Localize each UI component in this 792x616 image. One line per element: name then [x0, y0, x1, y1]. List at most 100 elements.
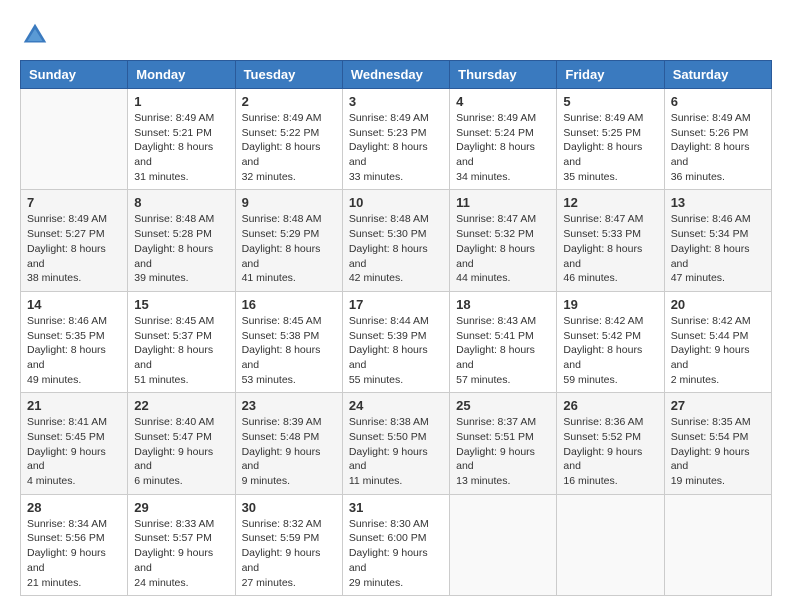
calendar-week-row: 14Sunrise: 8:46 AMSunset: 5:35 PMDayligh… — [21, 291, 772, 392]
day-number: 10 — [349, 195, 443, 210]
day-number: 16 — [242, 297, 336, 312]
calendar-cell: 28 Sunrise: 8:34 AMSunset: 5:56 PMDayligh… — [21, 494, 128, 595]
day-number: 6 — [671, 94, 765, 109]
calendar-week-row: 7 Sunrise: 8:49 AMSunset: 5:27 PMDaylight… — [21, 190, 772, 291]
calendar-cell: 12Sunrise: 8:47 AMSunset: 5:33 PMDayligh… — [557, 190, 664, 291]
calendar-cell: 1Sunrise: 8:49 AMSunset: 5:21 PMDaylight… — [128, 89, 235, 190]
day-info: Sunrise: 8:49 AMSunset: 5:23 PMDaylight:… — [349, 111, 443, 184]
day-number: 23 — [242, 398, 336, 413]
day-number: 9 — [242, 195, 336, 210]
calendar-cell: 26Sunrise: 8:36 AMSunset: 5:52 PMDayligh… — [557, 393, 664, 494]
calendar-header-wednesday: Wednesday — [342, 61, 449, 89]
calendar-week-row: 1Sunrise: 8:49 AMSunset: 5:21 PMDaylight… — [21, 89, 772, 190]
calendar-week-row: 21 Sunrise: 8:41 AMSunset: 5:45 PMDayligh… — [21, 393, 772, 494]
day-number: 7 — [27, 195, 121, 210]
day-info: Sunrise: 8:37 AMSunset: 5:51 PMDaylight:… — [456, 415, 550, 488]
calendar-cell: 22 Sunrise: 8:40 AMSunset: 5:47 PMDayligh… — [128, 393, 235, 494]
day-info: Sunrise: 8:47 AMSunset: 5:32 PMDaylight:… — [456, 212, 550, 285]
logo-icon — [20, 20, 50, 50]
day-number: 11 — [456, 195, 550, 210]
day-number: 21 — [27, 398, 121, 413]
day-info: Sunrise: 8:45 AMSunset: 5:37 PMDaylight:… — [134, 314, 228, 387]
calendar-cell: 27Sunrise: 8:35 AMSunset: 5:54 PMDayligh… — [664, 393, 771, 494]
day-number: 13 — [671, 195, 765, 210]
calendar-week-row: 28 Sunrise: 8:34 AMSunset: 5:56 PMDayligh… — [21, 494, 772, 595]
calendar-table: SundayMondayTuesdayWednesdayThursdayFrid… — [20, 60, 772, 596]
day-number: 8 — [134, 195, 228, 210]
day-info: Sunrise: 8:35 AMSunset: 5:54 PMDaylight:… — [671, 415, 765, 488]
calendar-header-tuesday: Tuesday — [235, 61, 342, 89]
calendar-cell: 6 Sunrise: 8:49 AMSunset: 5:26 PMDaylight… — [664, 89, 771, 190]
calendar-cell: 2 Sunrise: 8:49 AMSunset: 5:22 PMDaylight… — [235, 89, 342, 190]
calendar-cell: 11 Sunrise: 8:47 AMSunset: 5:32 PMDayligh… — [450, 190, 557, 291]
calendar-cell: 21 Sunrise: 8:41 AMSunset: 5:45 PMDayligh… — [21, 393, 128, 494]
day-info: Sunrise: 8:49 AMSunset: 5:27 PMDaylight:… — [27, 212, 121, 285]
calendar-cell: 24 Sunrise: 8:38 AMSunset: 5:50 PMDayligh… — [342, 393, 449, 494]
day-number: 2 — [242, 94, 336, 109]
day-info: Sunrise: 8:42 AMSunset: 5:44 PMDaylight:… — [671, 314, 765, 387]
day-number: 20 — [671, 297, 765, 312]
day-number: 30 — [242, 500, 336, 515]
day-info: Sunrise: 8:49 AMSunset: 5:24 PMDaylight:… — [456, 111, 550, 184]
calendar-cell: 13 Sunrise: 8:46 AMSunset: 5:34 PMDayligh… — [664, 190, 771, 291]
day-number: 15 — [134, 297, 228, 312]
day-number: 1 — [134, 94, 228, 109]
day-number: 3 — [349, 94, 443, 109]
calendar-cell: 23 Sunrise: 8:39 AMSunset: 5:48 PMDayligh… — [235, 393, 342, 494]
day-info: Sunrise: 8:33 AMSunset: 5:57 PMDaylight:… — [134, 517, 228, 590]
calendar-header-sunday: Sunday — [21, 61, 128, 89]
day-number: 24 — [349, 398, 443, 413]
day-info: Sunrise: 8:47 AMSunset: 5:33 PMDaylight:… — [563, 212, 657, 285]
day-info: Sunrise: 8:44 AMSunset: 5:39 PMDaylight:… — [349, 314, 443, 387]
calendar-cell — [664, 494, 771, 595]
day-info: Sunrise: 8:46 AMSunset: 5:35 PMDaylight:… — [27, 314, 121, 387]
day-info: Sunrise: 8:40 AMSunset: 5:47 PMDaylight:… — [134, 415, 228, 488]
page-header — [20, 20, 772, 50]
calendar-cell: 4 Sunrise: 8:49 AMSunset: 5:24 PMDaylight… — [450, 89, 557, 190]
calendar-cell: 10Sunrise: 8:48 AMSunset: 5:30 PMDayligh… — [342, 190, 449, 291]
day-info: Sunrise: 8:49 AMSunset: 5:25 PMDaylight:… — [563, 111, 657, 184]
calendar-cell: 25 Sunrise: 8:37 AMSunset: 5:51 PMDayligh… — [450, 393, 557, 494]
calendar-cell — [21, 89, 128, 190]
day-number: 28 — [27, 500, 121, 515]
day-number: 5 — [563, 94, 657, 109]
logo — [20, 20, 54, 50]
calendar-cell: 18Sunrise: 8:43 AMSunset: 5:41 PMDayligh… — [450, 291, 557, 392]
calendar-header-row: SundayMondayTuesdayWednesdayThursdayFrid… — [21, 61, 772, 89]
day-info: Sunrise: 8:41 AMSunset: 5:45 PMDaylight:… — [27, 415, 121, 488]
day-number: 22 — [134, 398, 228, 413]
day-info: Sunrise: 8:32 AMSunset: 5:59 PMDaylight:… — [242, 517, 336, 590]
day-info: Sunrise: 8:42 AMSunset: 5:42 PMDaylight:… — [563, 314, 657, 387]
calendar-header-saturday: Saturday — [664, 61, 771, 89]
calendar-header-friday: Friday — [557, 61, 664, 89]
day-info: Sunrise: 8:39 AMSunset: 5:48 PMDaylight:… — [242, 415, 336, 488]
calendar-cell: 3 Sunrise: 8:49 AMSunset: 5:23 PMDaylight… — [342, 89, 449, 190]
day-number: 31 — [349, 500, 443, 515]
calendar-cell: 8 Sunrise: 8:48 AMSunset: 5:28 PMDaylight… — [128, 190, 235, 291]
calendar-cell: 31 Sunrise: 8:30 AMSunset: 6:00 PMDayligh… — [342, 494, 449, 595]
calendar-cell: 19 Sunrise: 8:42 AMSunset: 5:42 PMDayligh… — [557, 291, 664, 392]
calendar-cell — [450, 494, 557, 595]
calendar-cell: 9 Sunrise: 8:48 AMSunset: 5:29 PMDaylight… — [235, 190, 342, 291]
day-info: Sunrise: 8:48 AMSunset: 5:29 PMDaylight:… — [242, 212, 336, 285]
day-number: 25 — [456, 398, 550, 413]
calendar-cell: 7 Sunrise: 8:49 AMSunset: 5:27 PMDaylight… — [21, 190, 128, 291]
day-number: 4 — [456, 94, 550, 109]
calendar-cell: 20 Sunrise: 8:42 AMSunset: 5:44 PMDayligh… — [664, 291, 771, 392]
day-info: Sunrise: 8:43 AMSunset: 5:41 PMDaylight:… — [456, 314, 550, 387]
day-number: 29 — [134, 500, 228, 515]
day-number: 26 — [563, 398, 657, 413]
day-info: Sunrise: 8:46 AMSunset: 5:34 PMDaylight:… — [671, 212, 765, 285]
calendar-cell — [557, 494, 664, 595]
day-number: 19 — [563, 297, 657, 312]
day-info: Sunrise: 8:34 AMSunset: 5:56 PMDaylight:… — [27, 517, 121, 590]
day-number: 17 — [349, 297, 443, 312]
day-info: Sunrise: 8:49 AMSunset: 5:22 PMDaylight:… — [242, 111, 336, 184]
day-info: Sunrise: 8:48 AMSunset: 5:28 PMDaylight:… — [134, 212, 228, 285]
day-info: Sunrise: 8:49 AMSunset: 5:26 PMDaylight:… — [671, 111, 765, 184]
calendar-cell: 14Sunrise: 8:46 AMSunset: 5:35 PMDayligh… — [21, 291, 128, 392]
day-info: Sunrise: 8:30 AMSunset: 6:00 PMDaylight:… — [349, 517, 443, 590]
calendar-cell: 30 Sunrise: 8:32 AMSunset: 5:59 PMDayligh… — [235, 494, 342, 595]
day-info: Sunrise: 8:38 AMSunset: 5:50 PMDaylight:… — [349, 415, 443, 488]
calendar-cell: 16Sunrise: 8:45 AMSunset: 5:38 PMDayligh… — [235, 291, 342, 392]
